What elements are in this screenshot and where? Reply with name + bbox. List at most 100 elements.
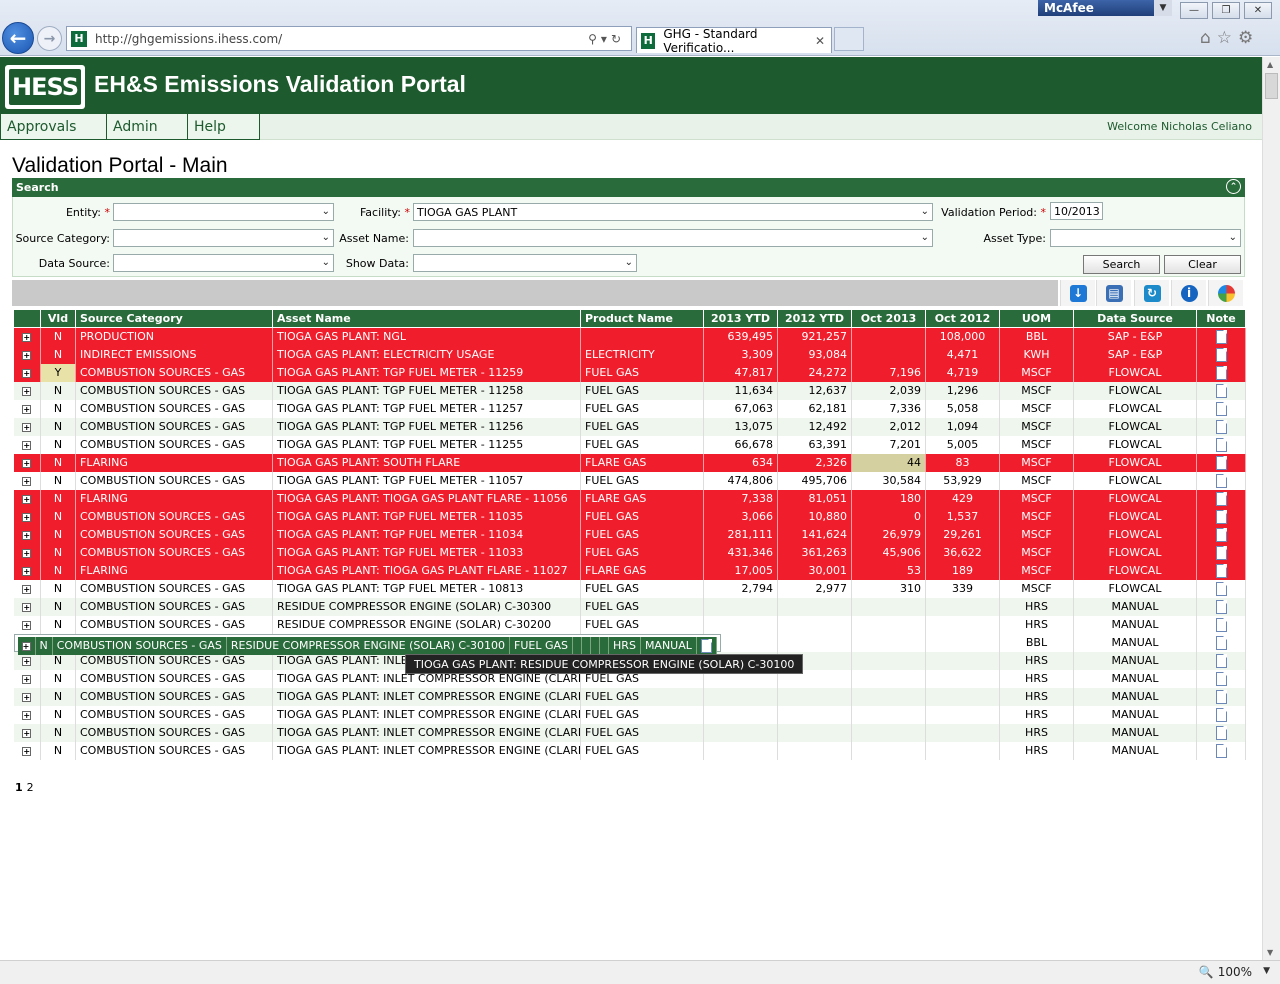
search-icon[interactable]: ⚲▾↻ bbox=[588, 32, 631, 46]
note-icon[interactable] bbox=[1215, 509, 1227, 524]
table-row[interactable]: + N COMBUSTION SOURCES - GAS TIOGA GAS PLAN… bbox=[13, 399, 1246, 418]
download-button[interactable]: ↓ bbox=[1060, 280, 1095, 306]
facility-select[interactable]: TIOGA GAS PLANT ⌄ bbox=[413, 203, 933, 221]
chart-button[interactable] bbox=[1208, 280, 1243, 306]
close-tab-icon[interactable]: ✕ bbox=[815, 34, 825, 48]
expand-icon[interactable]: + bbox=[22, 369, 32, 378]
expand-icon[interactable]: + bbox=[22, 441, 32, 450]
home-icon[interactable]: ⌂ bbox=[1200, 28, 1217, 48]
zoom-level[interactable]: 🔍 100% bbox=[1199, 965, 1252, 979]
entity-select[interactable]: ⌄ bbox=[113, 203, 334, 221]
table-row[interactable]: + N COMBUSTION SOURCES - GAS TIOGA GAS PLAN… bbox=[13, 543, 1246, 562]
minimize-button[interactable]: — bbox=[1180, 2, 1208, 19]
expand-icon[interactable]: + bbox=[22, 567, 32, 576]
expand-icon[interactable]: + bbox=[22, 405, 32, 414]
note-icon[interactable] bbox=[1215, 617, 1227, 632]
source-category-select[interactable]: ⌄ bbox=[113, 229, 334, 247]
col-2012-ytd[interactable]: 2012 YTD bbox=[777, 309, 852, 328]
table-row[interactable]: + N COMBUSTION SOURCES - GAS TIOGA GAS PLAN… bbox=[13, 525, 1246, 544]
refresh-button[interactable]: ↻ bbox=[1134, 280, 1169, 306]
col-product-name[interactable]: Product Name bbox=[580, 309, 704, 328]
table-row[interactable]: + N FLARING TIOGA GAS PLANT: SOUTH FLARE FLA… bbox=[13, 453, 1246, 472]
scroll-thumb[interactable] bbox=[1265, 73, 1278, 99]
note-icon[interactable] bbox=[1215, 545, 1227, 560]
expand-icon[interactable]: + bbox=[22, 333, 32, 343]
table-row[interactable]: + N COMBUSTION SOURCES - GAS TIOGA GAS PLAN… bbox=[13, 705, 1246, 724]
note-icon[interactable] bbox=[1215, 365, 1227, 380]
expand-icon[interactable]: + bbox=[22, 423, 32, 432]
note-icon[interactable] bbox=[1215, 383, 1227, 398]
maximize-button[interactable]: ❐ bbox=[1212, 2, 1240, 19]
expand-icon[interactable]: + bbox=[22, 477, 32, 486]
note-icon[interactable] bbox=[1215, 581, 1227, 596]
col-uom[interactable]: UOM bbox=[999, 309, 1074, 328]
zoom-dropdown-icon[interactable]: ▼ bbox=[1263, 966, 1270, 976]
note-icon[interactable] bbox=[1215, 419, 1227, 434]
table-row[interactable]: + N COMBUSTION SOURCES - GAS TIOGA GAS PLAN… bbox=[13, 687, 1246, 706]
back-icon[interactable]: ← bbox=[2, 22, 34, 54]
note-icon[interactable] bbox=[1215, 671, 1227, 686]
search-button[interactable]: Search bbox=[1083, 255, 1160, 274]
table-row[interactable]: + N FLARING TIOGA GAS PLANT: TIOGA GAS PLAN… bbox=[13, 489, 1246, 508]
table-row[interactable]: + N COMBUSTION SOURCES - GAS TIOGA GAS PLAN… bbox=[13, 417, 1246, 436]
expand-icon[interactable]: + bbox=[22, 549, 32, 558]
col-data-source[interactable]: Data Source bbox=[1073, 309, 1197, 328]
table-row[interactable]: + N COMBUSTION SOURCES - GAS RESIDUE COMPRE… bbox=[13, 615, 1246, 634]
col-oct-2012[interactable]: Oct 2012 bbox=[925, 309, 1000, 328]
note-icon[interactable] bbox=[1215, 707, 1227, 722]
expand-icon[interactable]: + bbox=[22, 585, 32, 594]
expand-icon[interactable]: + bbox=[22, 693, 32, 702]
col-source-category[interactable]: Source Category bbox=[75, 309, 273, 328]
note-icon[interactable] bbox=[1215, 743, 1227, 758]
table-row[interactable]: + N COMBUSTION SOURCES - GAS TIOGA GAS PLAN… bbox=[13, 507, 1246, 526]
vertical-scrollbar[interactable]: ▲ ▼ bbox=[1262, 57, 1280, 960]
note-icon[interactable] bbox=[1215, 437, 1227, 452]
table-row[interactable]: + N PRODUCTION TIOGA GAS PLANT: NGL 639,495 9… bbox=[13, 327, 1246, 346]
menu-help[interactable]: Help bbox=[187, 114, 260, 140]
collapse-icon[interactable]: ⌃ bbox=[1226, 179, 1241, 194]
menu-admin[interactable]: Admin bbox=[106, 114, 188, 140]
show-data-select[interactable]: ⌄ bbox=[413, 254, 637, 272]
expand-icon[interactable]: + bbox=[22, 459, 32, 468]
col-vld[interactable]: Vld bbox=[40, 309, 76, 328]
close-window-button[interactable]: ✕ bbox=[1244, 2, 1272, 19]
expand-icon[interactable]: + bbox=[22, 729, 32, 738]
expand-icon[interactable]: + bbox=[22, 675, 32, 684]
table-row[interactable]: + N INDIRECT EMISSIONS TIOGA GAS PLANT: ELE… bbox=[13, 345, 1246, 364]
validation-period-input[interactable]: 10/2013 bbox=[1050, 202, 1103, 220]
table-row[interactable]: + N FLARING TIOGA GAS PLANT: TIOGA GAS PLAN… bbox=[13, 561, 1246, 580]
note-icon[interactable] bbox=[1215, 329, 1227, 344]
note-icon[interactable] bbox=[700, 638, 712, 653]
page-link-2[interactable]: 2 bbox=[27, 781, 34, 794]
expand-icon[interactable]: + bbox=[22, 531, 32, 540]
expand-icon[interactable]: + bbox=[22, 603, 32, 612]
note-icon[interactable] bbox=[1215, 563, 1227, 578]
note-icon[interactable] bbox=[1215, 599, 1227, 614]
note-icon[interactable] bbox=[1215, 689, 1227, 704]
browser-tab[interactable]: H GHG - Standard Verificatio... ✕ bbox=[636, 27, 832, 55]
save-button[interactable]: ▤ bbox=[1096, 280, 1131, 306]
table-row[interactable]: + N COMBUSTION SOURCES - GAS RESIDUE COMPRE… bbox=[13, 597, 1246, 616]
data-source-select[interactable]: ⌄ bbox=[113, 254, 334, 272]
note-icon[interactable] bbox=[1215, 491, 1227, 506]
forward-icon[interactable]: → bbox=[37, 26, 62, 51]
mcafee-toolbar[interactable]: McAfee ▼ bbox=[1038, 0, 1172, 16]
note-icon[interactable] bbox=[1215, 635, 1227, 650]
expand-icon[interactable]: + bbox=[21, 642, 31, 651]
table-row[interactable]: + N COMBUSTION SOURCES - GAS TIOGA GAS PLAN… bbox=[13, 435, 1246, 454]
asset-type-select[interactable]: ⌄ bbox=[1050, 229, 1241, 247]
scroll-up-icon[interactable]: ▲ bbox=[1267, 60, 1273, 69]
col-2013-ytd[interactable]: 2013 YTD bbox=[703, 309, 778, 328]
col-oct-2013[interactable]: Oct 2013 bbox=[851, 309, 926, 328]
expand-icon[interactable]: + bbox=[22, 621, 32, 630]
chevron-down-icon[interactable]: ▼ bbox=[1154, 0, 1172, 16]
col-asset-name[interactable]: Asset Name bbox=[272, 309, 581, 328]
note-icon[interactable] bbox=[1215, 401, 1227, 416]
col-note[interactable]: Note bbox=[1196, 309, 1246, 328]
address-url[interactable]: http://ghgemissions.ihess.com/ bbox=[95, 32, 588, 46]
page-link-1[interactable]: 1 bbox=[15, 781, 23, 794]
table-row[interactable]: + N COMBUSTION SOURCES - GAS RESIDUE COMPRE… bbox=[13, 633, 721, 655]
note-icon[interactable] bbox=[1215, 347, 1227, 362]
table-row[interactable]: + N COMBUSTION SOURCES - GAS TIOGA GAS PLAN… bbox=[13, 471, 1246, 490]
note-icon[interactable] bbox=[1215, 527, 1227, 542]
